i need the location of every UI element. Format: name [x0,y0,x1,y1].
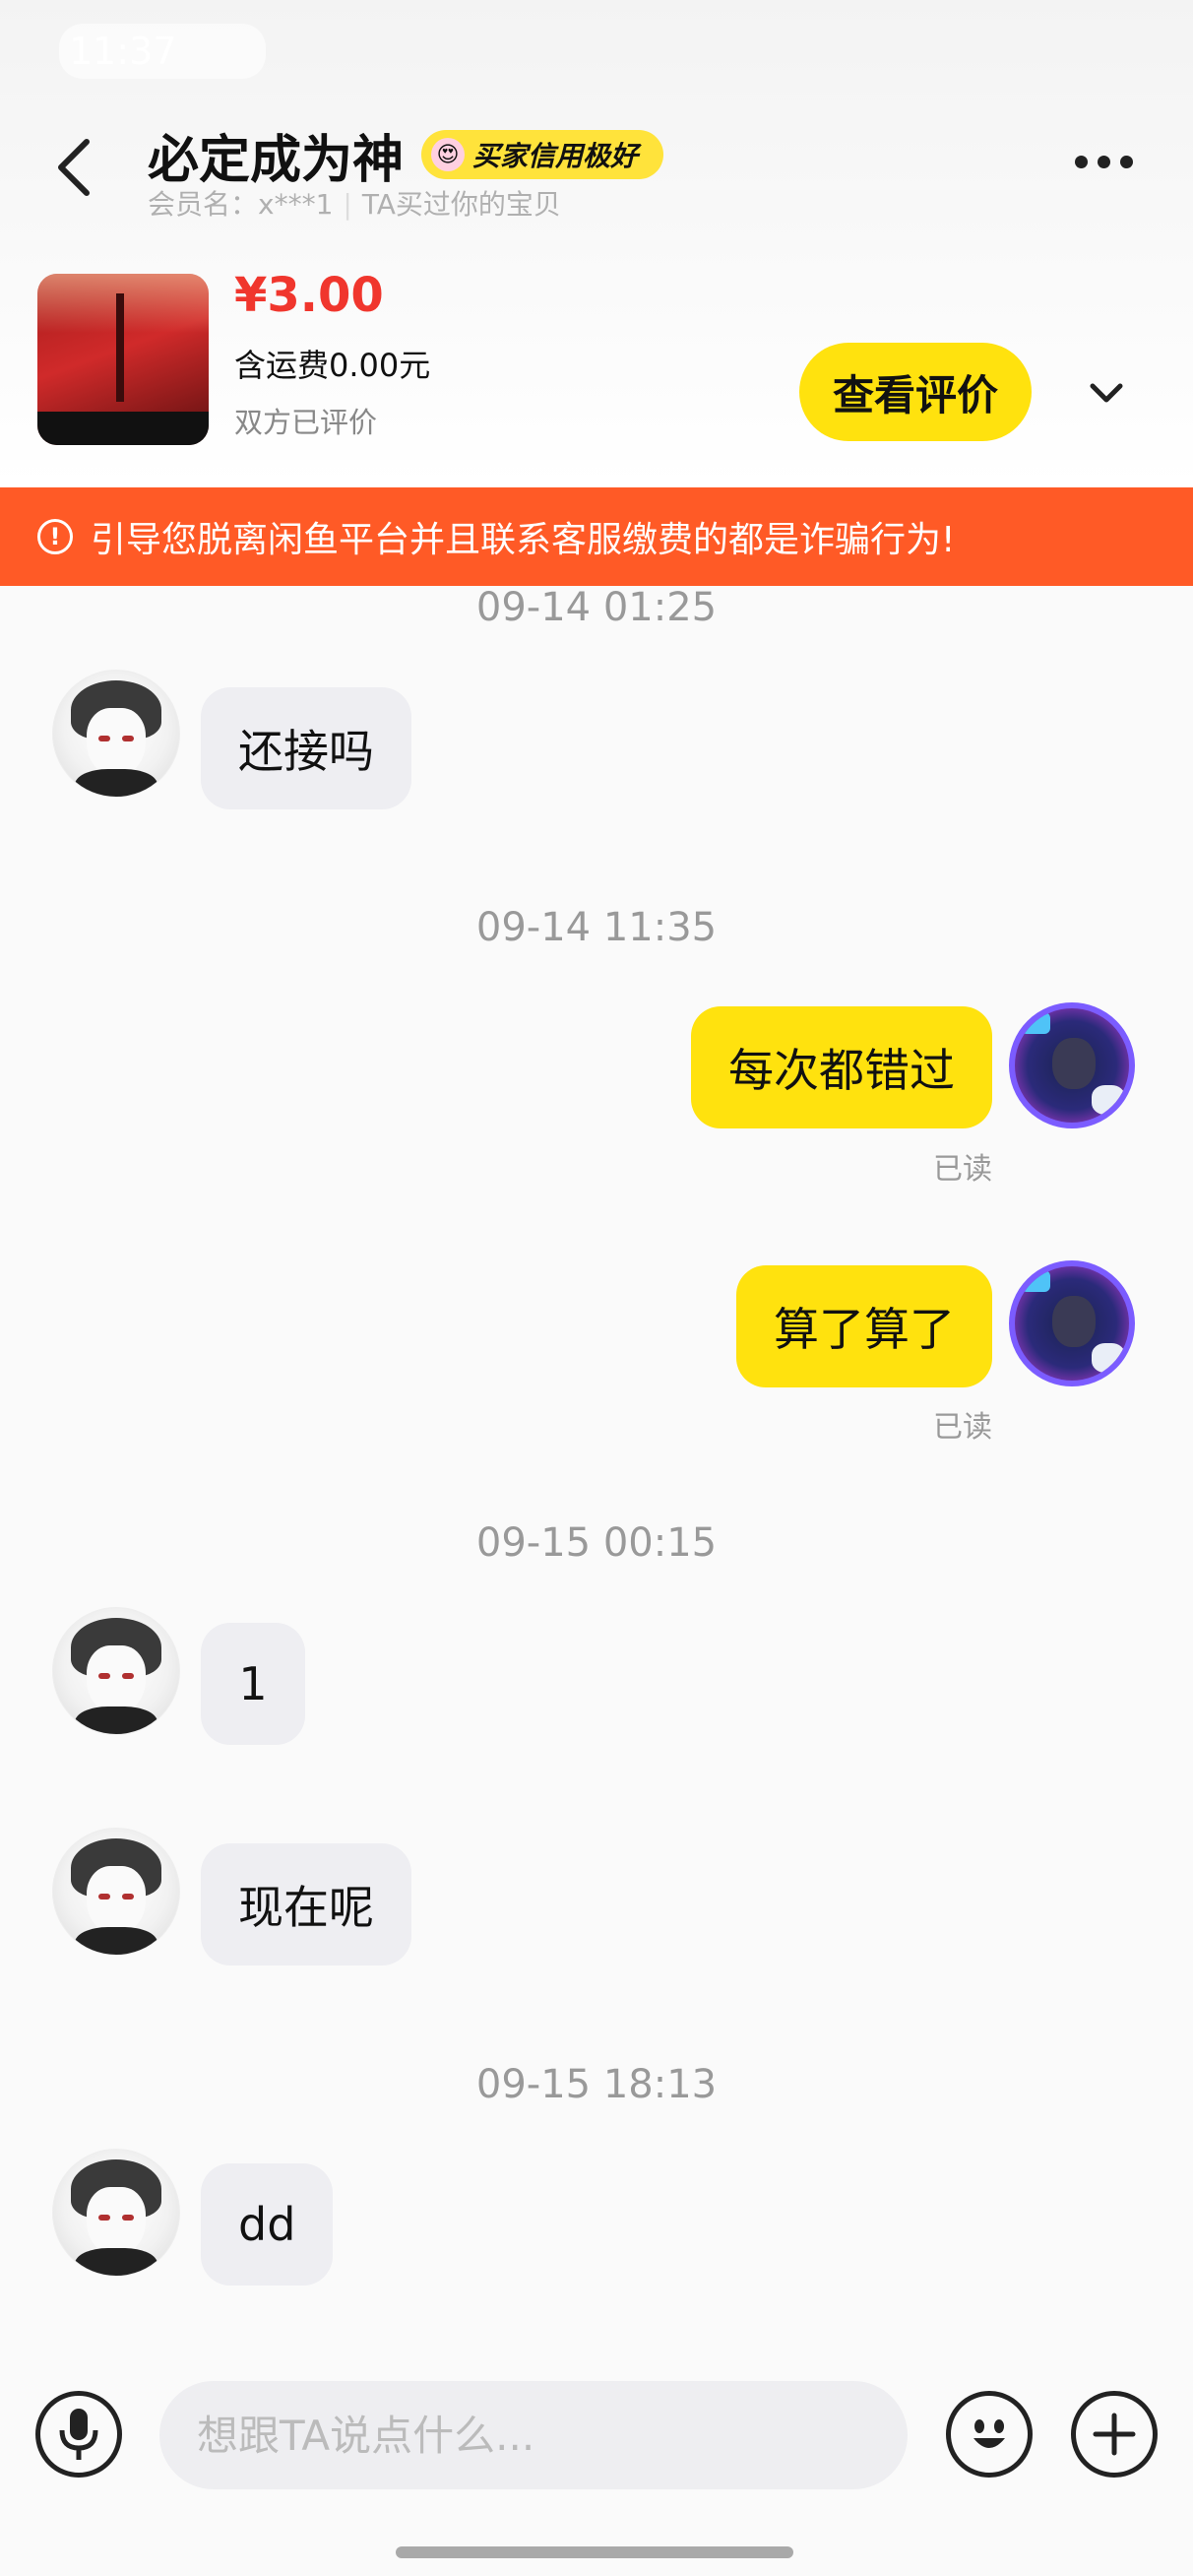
credit-badge: 😍 买家信用极好 [421,130,664,179]
warning-text: 引导您脱离闲鱼平台并且联系客服缴费的都是诈骗行为! [91,520,956,560]
status-bar-time: 11:37 [59,24,266,79]
product-thumbnail[interactable] [37,274,209,445]
chevron-left-icon [58,139,90,196]
credit-badge-label: 买家信用极好 [472,140,639,172]
smiley-icon [973,2419,1005,2448]
message-bubble-received[interactable]: dd [201,2163,334,2286]
read-receipt: 已读 [933,1152,992,1187]
home-indicator[interactable] [396,2546,793,2558]
member-info: 会员名：x***1 | TA买过你的宝贝 [148,183,561,223]
member-name: x***1 [258,188,334,221]
fraud-warning-banner: ! 引导您脱离闲鱼平台并且联系客服缴费的都是诈骗行为! [0,487,1193,586]
rating-status: 双方已评价 [234,406,378,439]
microphone-icon [59,2409,98,2460]
message-timestamp: 09-14 01:25 [475,585,718,630]
message-input[interactable] [159,2381,908,2489]
view-review-button[interactable]: 查看评价 [799,343,1032,441]
dot-icon [1075,156,1088,168]
voice-button[interactable] [35,2391,122,2478]
message-timestamp: 09-15 00:15 [475,1520,718,1566]
plus-icon [1093,2413,1136,2456]
emoji-button[interactable] [946,2391,1033,2478]
more-options-button[interactable] [1075,156,1133,168]
chevron-down-icon [1090,383,1123,403]
relation-text: TA买过你的宝贝 [361,188,561,221]
message-bubble-sent[interactable]: 算了算了 [736,1265,992,1387]
exclamation-circle-icon: ! [37,519,73,554]
chat-partner-name[interactable]: 必定成为神 [148,118,404,192]
message-bubble-received[interactable]: 1 [201,1623,305,1745]
add-button[interactable] [1071,2391,1158,2478]
dot-icon [1098,156,1110,168]
message-timestamp: 09-15 18:13 [475,2062,718,2107]
divider: | [343,188,352,221]
member-label: 会员名： [148,188,259,221]
message-bubble-received[interactable]: 还接吗 [201,687,411,809]
shipping-fee: 含运费0.00元 [234,347,431,384]
heart-eyes-icon: 😍 [431,138,465,171]
partner-avatar[interactable] [52,1828,180,1956]
partner-avatar[interactable] [52,2149,180,2277]
message-bubble-received[interactable]: 现在呢 [201,1843,411,1965]
partner-avatar[interactable] [52,670,180,798]
my-avatar[interactable] [1009,1002,1135,1128]
message-bubble-sent[interactable]: 每次都错过 [691,1006,992,1128]
expand-button[interactable] [1083,376,1130,412]
my-avatar[interactable] [1009,1260,1135,1386]
message-timestamp: 09-14 11:35 [475,905,718,950]
read-receipt: 已读 [933,1410,992,1445]
dot-icon [1120,156,1133,168]
back-button[interactable] [39,128,108,207]
product-price: ¥3.00 [234,268,384,323]
partner-avatar[interactable] [52,1607,180,1735]
